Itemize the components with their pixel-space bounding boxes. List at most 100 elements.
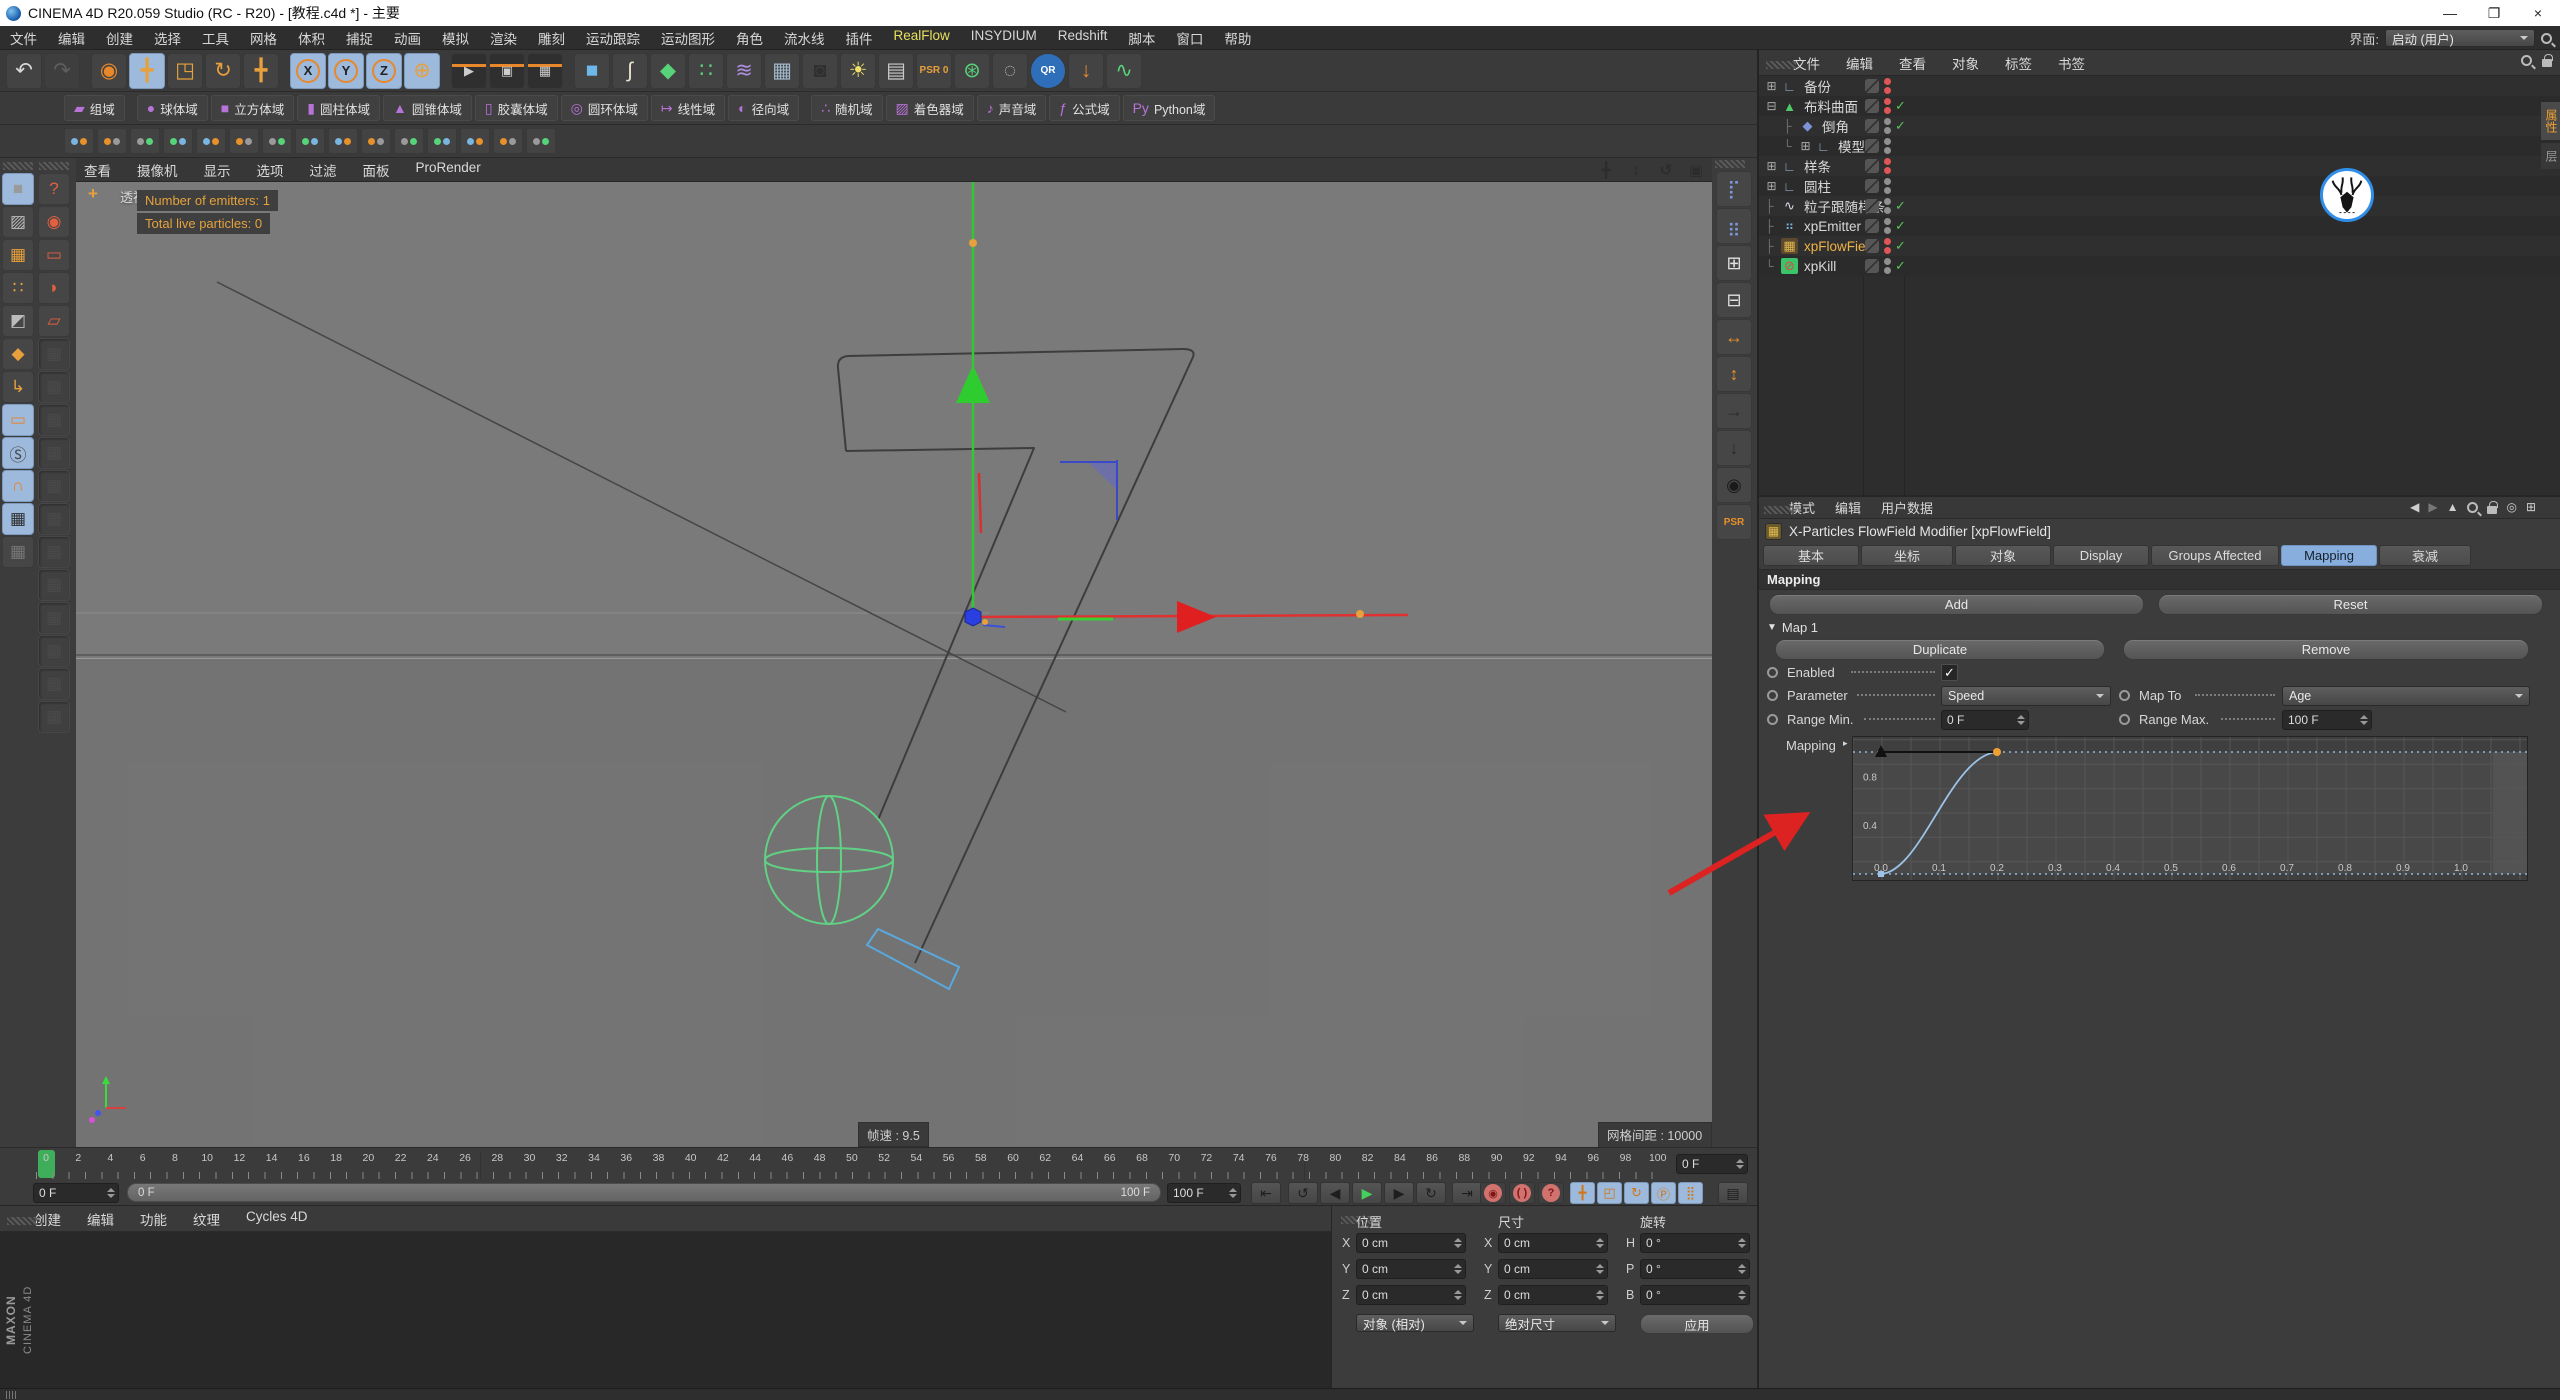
object-row-xpFlowField[interactable]: ├▦xpFlowField✓ [1759,236,2560,256]
drag-handle-icon[interactable] [1766,61,1796,69]
layer-toggle-icon[interactable] [1865,99,1879,113]
rotate-view-icon[interactable]: ↺ [1656,160,1676,180]
menu-item-INSYDIUM[interactable]: INSYDIUM [971,28,1037,48]
tab-对象[interactable]: 对象 [1955,545,2051,566]
live-selection-tool-button[interactable]: ◉ [38,206,70,238]
menu-item-文件[interactable]: 文件 [10,28,37,48]
polygons-mode-button[interactable]: ◆ [2,338,34,370]
layer-toggle-icon[interactable] [1865,119,1879,133]
range-end-field[interactable]: 100 F [1167,1183,1241,1203]
om-menu-书签[interactable]: 书签 [2058,53,2085,73]
coord-field-旋转-P[interactable]: 0 ° [1640,1259,1750,1279]
menu-item-脚本[interactable]: 脚本 [1128,28,1155,48]
add-generator-button[interactable]: ◆ [650,53,686,89]
field-button-公式域[interactable]: ƒ公式域 [1049,95,1119,121]
menu-item-工具[interactable]: 工具 [202,28,229,48]
field-button-圆环体域[interactable]: ◎圆环体域 [561,95,648,121]
menu-item-编辑[interactable]: 编辑 [58,28,85,48]
coord-field-尺寸-Z[interactable]: 0 cm [1498,1285,1608,1305]
drag-handle-icon[interactable] [1764,506,1794,514]
lock-x-axis-button[interactable]: X [290,53,326,89]
xp-shortcut-icon[interactable] [295,128,325,154]
menu-item-RealFlow[interactable]: RealFlow [894,28,950,48]
rotate-button[interactable]: ↻ [205,53,241,89]
tab-Groups Affected[interactable]: Groups Affected [2151,545,2279,566]
object-row-备份[interactable]: ⊞∟备份 [1759,76,2560,96]
diagonal-spline[interactable] [217,282,1066,712]
menu-item-网格[interactable]: 网格 [250,28,277,48]
menu-item-渲染[interactable]: 渲染 [490,28,517,48]
menu-item-帮助[interactable]: 帮助 [1224,28,1251,48]
add-floor-button[interactable]: ▦ [764,53,800,89]
simulation-button[interactable]: Ⓢ [2,437,34,469]
undo-button[interactable]: ↶ [6,53,42,89]
anim-dot-range-min[interactable] [1767,714,1778,725]
menu-item-流水线[interactable]: 流水线 [784,28,825,48]
next-frame-button[interactable]: ▶ [1384,1182,1414,1204]
zoom-view-icon[interactable]: ↕ [1626,160,1646,180]
menu-item-动画[interactable]: 动画 [394,28,421,48]
object-row-样条[interactable]: ⊞∟样条 [1759,156,2560,176]
visibility-dots[interactable] [1884,238,1891,254]
rectangle-selection-button[interactable]: ▭ [38,239,70,271]
lock-z-axis-button[interactable]: Z [366,53,402,89]
material-menu-Cycles 4D[interactable]: Cycles 4D [246,1209,308,1229]
autokey-button[interactable]: ( ) [1509,1182,1535,1204]
xp-shortcut-icon[interactable] [196,128,226,154]
xpresso-nodes-button[interactable]: ⣶ [1716,208,1752,244]
sphere-field[interactable] [765,796,893,924]
om-lock-icon[interactable] [2542,59,2552,67]
side-tab-属性[interactable]: 属性 [2541,102,2560,140]
menu-item-模拟[interactable]: 模拟 [442,28,469,48]
psr-zero-button[interactable]: PSR 0 [916,53,952,89]
field-button-Python域[interactable]: PyPython域 [1123,95,1216,121]
edges-mode-button[interactable]: ◩ [2,305,34,337]
xp-shortcut-icon[interactable] [163,128,193,154]
reset-maps-button[interactable]: Reset [2158,594,2543,615]
remove-node-button[interactable]: ⊟ [1716,282,1752,318]
preview-range-slider[interactable]: 0 F 100 F [127,1183,1161,1202]
field-button-圆柱体域[interactable]: ▮圆柱体域 [297,95,380,121]
om-menu-编辑[interactable]: 编辑 [1846,53,1873,73]
am-search-icon[interactable] [2467,502,2478,513]
add-light-button[interactable]: ☀ [840,53,876,89]
axis-handle-dot-y[interactable] [969,239,977,247]
lasso-selection-button[interactable]: ◗ [38,272,70,304]
om-search-icon[interactable] [2521,55,2532,66]
workplane-lock-button[interactable]: ▦ [2,503,34,535]
frame-input[interactable]: 0 F [33,1183,119,1203]
viewport-menu-过滤[interactable]: 过滤 [310,160,337,180]
add-map-button[interactable]: Add [1769,594,2144,615]
current-frame-field[interactable]: 0 F [1676,1154,1748,1174]
wire-sphere-button[interactable]: ◌ [992,53,1028,89]
xp-shortcut-icon[interactable] [394,128,424,154]
add-deformer-button[interactable]: ≋ [726,53,762,89]
last-tool-button[interactable]: ╋ [243,53,279,89]
visibility-dots[interactable] [1884,198,1891,214]
field-button-着色器域[interactable]: ▨着色器域 [886,95,974,121]
red-tangent-handle[interactable] [979,473,981,533]
tab-Display[interactable]: Display [2053,545,2149,566]
coordinate-system-button[interactable]: ⊕ [404,53,440,89]
timeline-window-button[interactable]: ▤ [1718,1182,1748,1204]
play-loop-button[interactable]: ↻ [1416,1182,1446,1204]
visibility-dots[interactable] [1884,218,1891,234]
record-position-button[interactable]: ╋ [1570,1182,1595,1204]
expander-icon[interactable]: ⊟ [1765,100,1778,113]
help-tool-button[interactable]: ? [38,173,70,205]
history-back-icon[interactable]: ◀ [2410,500,2419,514]
axis-handle-dot-x[interactable] [1356,610,1364,618]
layer-toggle-icon[interactable] [1865,139,1879,153]
maximize-button[interactable]: ❐ [2472,0,2516,26]
object-row-布料曲面[interactable]: ⊟▲布料曲面✓ [1759,96,2560,116]
add-node-button[interactable]: ⊞ [1716,245,1752,281]
map1-group-header[interactable]: ▼ Map 1 [1759,618,2560,636]
material-manager-area[interactable] [0,1232,1331,1388]
parameter-dropdown[interactable]: Speed [1941,686,2111,706]
sequence-right-button[interactable]: → [1716,393,1752,429]
layer-toggle-icon[interactable] [1865,199,1879,213]
viewport-canvas[interactable]: + 透视视图 Number of emitters: 1 Total live … [76,182,1712,1147]
tab-坐标[interactable]: 坐标 [1861,545,1953,566]
field-button-圆锥体域[interactable]: ▲圆锥体域 [383,95,472,121]
layer-toggle-icon[interactable] [1865,239,1879,253]
